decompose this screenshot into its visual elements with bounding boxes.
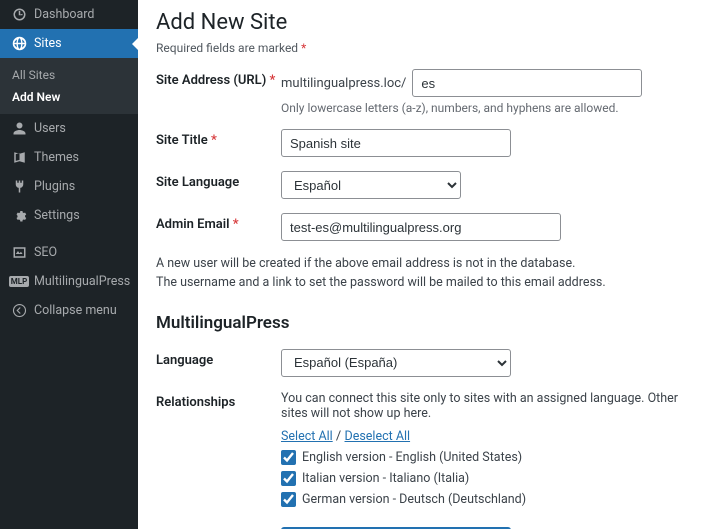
label-site-language: Site Language [156, 171, 281, 190]
sidebar-item-plugins[interactable]: Plugins [0, 172, 138, 201]
sidebar-item-users[interactable]: Users [0, 114, 138, 143]
sidebar-item-sites[interactable]: Sites [0, 29, 138, 58]
admin-email-note: A new user will be created if the above … [156, 255, 686, 293]
label-relationships: Relationships [156, 391, 281, 410]
admin-email-input[interactable] [281, 213, 561, 241]
required-note: Required fields are marked * [156, 41, 686, 55]
site-address-hint: Only lowercase letters (a-z), numbers, a… [281, 101, 686, 115]
relationship-row: English version - English (United States… [281, 450, 686, 465]
row-site-address: Site Address (URL) * multilingualpress.l… [156, 69, 686, 115]
dashboard-icon [10, 7, 28, 22]
themes-icon [10, 150, 28, 165]
sites-icon [10, 36, 28, 51]
sidebar-sub-all-sites[interactable]: All Sites [0, 64, 138, 86]
sidebar-label: Users [34, 121, 66, 136]
site-language-select[interactable]: Español [281, 171, 461, 199]
label-site-address: Site Address (URL) * [156, 69, 281, 88]
select-all-link[interactable]: Select All [281, 429, 333, 444]
sidebar-item-seo[interactable]: SEO [0, 238, 138, 267]
users-icon [10, 121, 28, 136]
relationships-desc: You can connect this site only to sites … [281, 391, 686, 421]
sidebar-submenu: All Sites Add New [0, 58, 138, 114]
relationship-checkbox-en[interactable] [281, 450, 296, 465]
sidebar-label: Dashboard [34, 7, 94, 22]
sidebar-item-multilingualpress[interactable]: MLP MultilingualPress [0, 267, 138, 296]
row-relationships: Relationships You can connect this site … [156, 391, 686, 513]
sidebar-label: Themes [34, 150, 79, 165]
site-address-input[interactable] [412, 69, 642, 97]
mlp-icon: MLP [10, 276, 28, 287]
plugins-icon [10, 179, 28, 194]
sidebar-label: Plugins [34, 179, 75, 194]
site-address-prefix: multilingualpress.loc/ [281, 76, 406, 91]
sidebar-label: Settings [34, 208, 80, 223]
mlp-language-select[interactable]: Español (España) [281, 349, 511, 377]
sidebar-item-settings[interactable]: Settings [0, 201, 138, 230]
sidebar-sub-add-new[interactable]: Add New [0, 86, 138, 108]
seo-icon [10, 245, 28, 260]
label-site-title: Site Title * [156, 129, 281, 148]
relationship-row: German version - Deutsch (Deutschland) [281, 492, 686, 507]
page-title: Add New Site [156, 10, 686, 35]
admin-sidebar: Dashboard Sites All Sites Add New Users … [0, 0, 138, 529]
relationship-row: Italian version - Italiano (Italia) [281, 471, 686, 486]
deselect-all-link[interactable]: Deselect All [345, 429, 411, 444]
mlp-heading: MultilingualPress [156, 313, 686, 333]
sidebar-label: Sites [34, 36, 62, 51]
relationship-label: German version - Deutsch (Deutschland) [302, 492, 526, 507]
relationship-checkbox-de[interactable] [281, 492, 296, 507]
sidebar-item-collapse[interactable]: Collapse menu [0, 296, 138, 325]
relationship-checkbox-it[interactable] [281, 471, 296, 486]
site-title-input[interactable] [281, 129, 511, 157]
row-mlp-language: Language Español (España) [156, 349, 686, 377]
row-site-title: Site Title * [156, 129, 686, 157]
label-mlp-language: Language [156, 349, 281, 368]
relationship-label: English version - English (United States… [302, 450, 522, 465]
sidebar-label: MultilingualPress [34, 274, 130, 289]
label-admin-email: Admin Email * [156, 213, 281, 232]
sidebar-item-themes[interactable]: Themes [0, 143, 138, 172]
row-admin-email: Admin Email * [156, 213, 686, 241]
sidebar-label: Collapse menu [34, 303, 117, 318]
row-site-language: Site Language Español [156, 171, 686, 199]
sidebar-item-dashboard[interactable]: Dashboard [0, 0, 138, 29]
sidebar-label: SEO [34, 245, 57, 260]
settings-icon [10, 208, 28, 223]
select-links: Select All / Deselect All [281, 429, 686, 444]
relationship-label: Italian version - Italiano (Italia) [302, 471, 469, 486]
main-content: Add New Site Required fields are marked … [138, 0, 704, 529]
collapse-icon [10, 303, 28, 318]
